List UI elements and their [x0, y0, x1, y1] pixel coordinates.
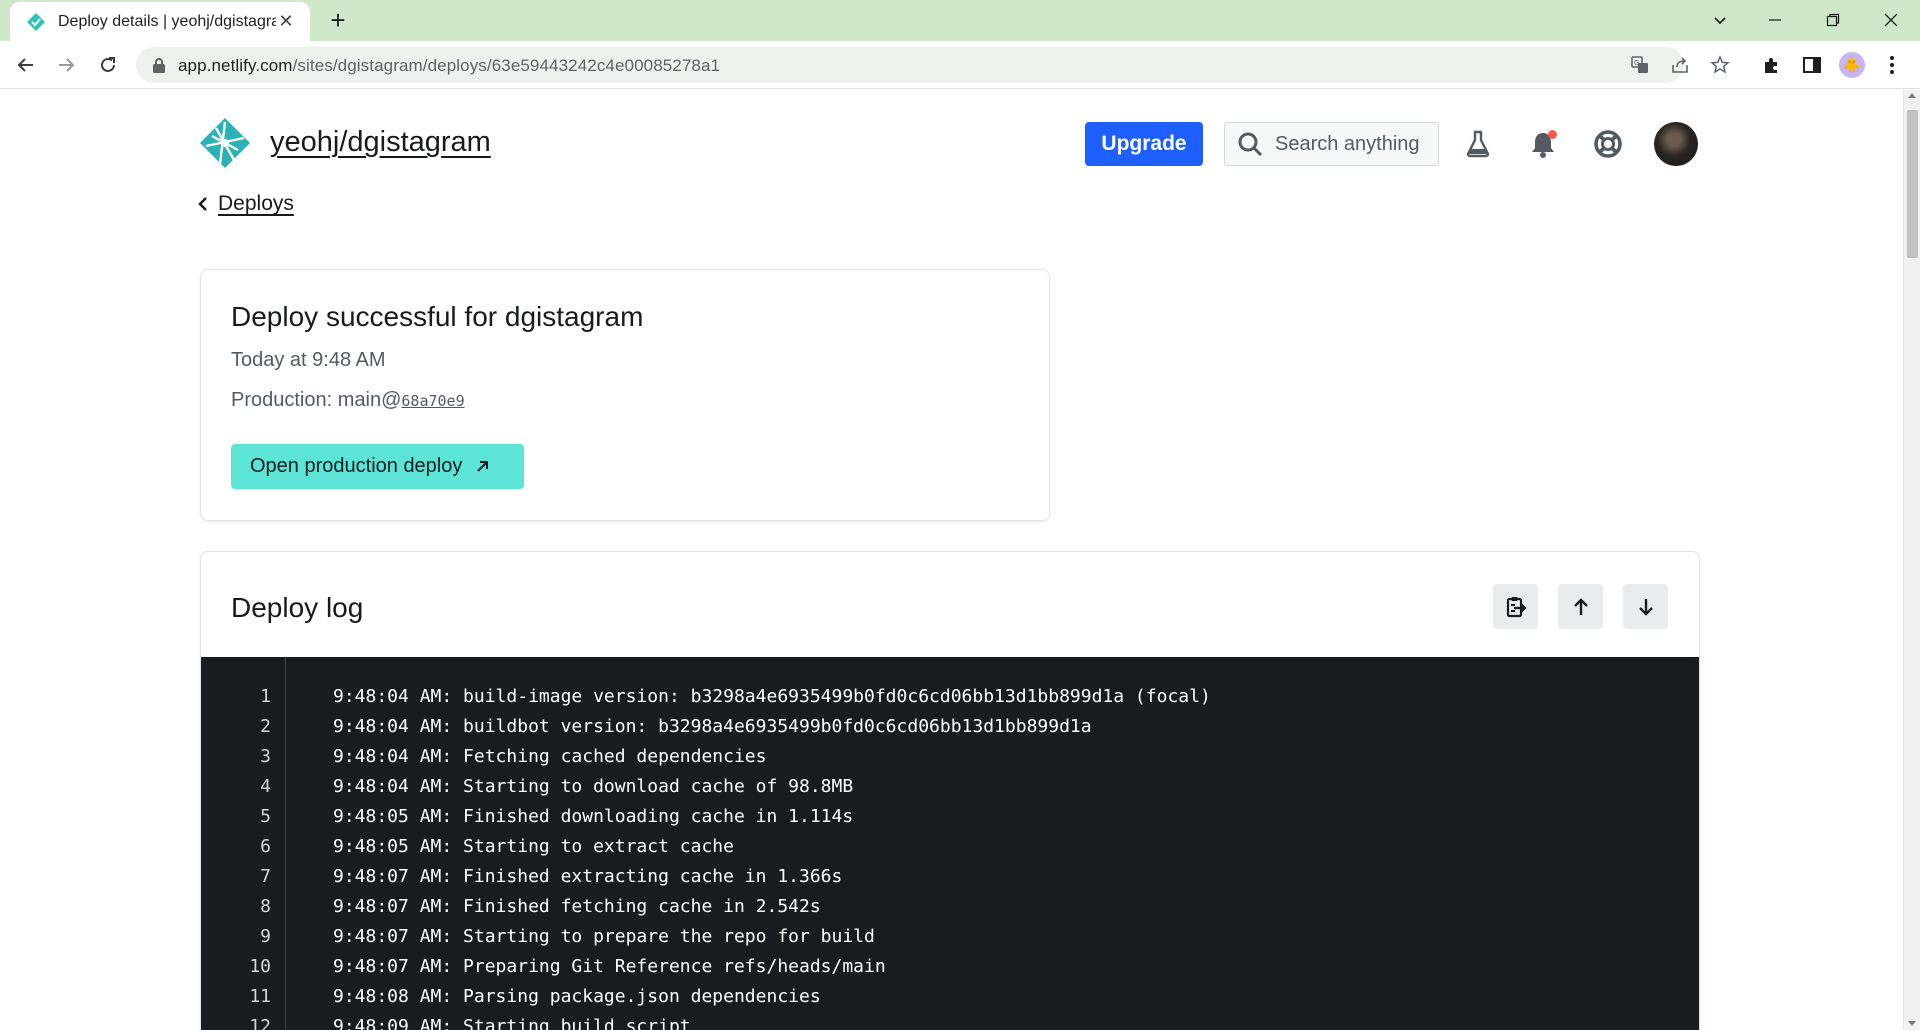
- browser-menu-icon[interactable]: [1876, 49, 1908, 81]
- translate-icon[interactable]: G: [1628, 53, 1652, 77]
- log-line-text: 9:48:04 AM: Fetching cached dependencies: [333, 746, 767, 767]
- deploy-log-output[interactable]: 1 9:48:04 AM: build-image version: b3298a…: [201, 657, 1699, 1030]
- log-line: 5 9:48:05 AM: Finished downloading cache …: [201, 806, 1699, 836]
- log-line-number: 8: [260, 896, 271, 917]
- log-line-number: 4: [260, 776, 271, 797]
- tab-search-chevron-icon[interactable]: [1700, 6, 1740, 34]
- clipboard-copy-icon[interactable]: [1493, 584, 1538, 629]
- back-arrow-icon[interactable]: [10, 49, 42, 81]
- url-text: app.netlify.com/sites/dgistagram/deploys…: [178, 56, 720, 76]
- deploy-log-title: Deploy log: [231, 592, 364, 623]
- lifebuoy-icon[interactable]: [1590, 126, 1626, 162]
- log-line-number: 12: [249, 1016, 271, 1030]
- log-line: 1 9:48:04 AM: build-image version: b3298a…: [201, 686, 1699, 716]
- flask-icon[interactable]: [1460, 126, 1496, 162]
- log-line-text: 9:48:04 AM: Starting to download cache o…: [333, 776, 854, 797]
- log-line-number: 2: [260, 716, 271, 737]
- external-arrow-icon: [477, 461, 489, 472]
- log-line-text: 9:48:07 AM: Finished fetching cache in 2…: [333, 896, 821, 917]
- deploy-title: Deploy successful for dgistagram: [231, 301, 644, 332]
- close-window-button[interactable]: [1871, 6, 1911, 34]
- log-line: 3 9:48:04 AM: Fetching cached dependencie…: [201, 746, 1699, 776]
- scroll-to-bottom-arrow-down-icon[interactable]: [1623, 584, 1668, 629]
- chevron-left-icon: [198, 197, 207, 211]
- page: yeohj/dgistagram Upgrade Search anything…: [0, 90, 1903, 1030]
- deploy-summary-card: Deploy successful for dgistagram Today a…: [200, 269, 1050, 521]
- log-line-number: 5: [260, 806, 271, 827]
- browser-toolbar: app.netlify.com/sites/dgistagram/deploys…: [0, 41, 1920, 89]
- tab-title: Deploy details | yeohj/dgistagram: [58, 12, 276, 30]
- log-line-number: 7: [260, 866, 271, 887]
- log-line-text: 9:48:07 AM: Finished extracting cache in…: [333, 866, 843, 887]
- back-to-deploys-link[interactable]: Deploys: [198, 192, 294, 216]
- commit-link[interactable]: 68a70e9: [401, 392, 464, 410]
- log-line-number: 3: [260, 746, 271, 767]
- log-line-number: 10: [249, 956, 271, 977]
- log-line: 9 9:48:07 AM: Starting to prepare the rep…: [201, 926, 1699, 956]
- new-tab-button[interactable]: +: [324, 6, 352, 34]
- log-line-text: 9:48:07 AM: Preparing Git Reference refs…: [333, 956, 886, 977]
- deploy-time: Today at 9:48 AM: [231, 349, 386, 371]
- bookmark-star-icon[interactable]: [1708, 53, 1732, 77]
- log-line-text: 9:48:09 AM: Starting build script: [333, 1016, 691, 1030]
- share-icon[interactable]: [1668, 53, 1692, 77]
- log-line-number: 6: [260, 836, 271, 857]
- url-host: app.netlify.com: [178, 56, 293, 75]
- log-line-number: 1: [260, 686, 271, 707]
- deploy-log-card: Deploy log 1 9:48:04 AM: build-image vers…: [200, 551, 1700, 1030]
- log-line-text: 9:48:05 AM: Starting to extract cache: [333, 836, 734, 857]
- scroll-to-top-arrow-up-icon[interactable]: [1558, 584, 1603, 629]
- netlify-favicon-icon: [27, 12, 45, 31]
- search-icon: [1238, 132, 1263, 157]
- browser-tab[interactable]: Deploy details | yeohj/dgistagram ✕: [10, 2, 310, 41]
- production-label: Production:: [231, 389, 338, 411]
- log-line: 12 9:48:09 AM: Starting build script: [201, 1016, 1699, 1030]
- forward-arrow-icon[interactable]: [50, 49, 82, 81]
- log-line: 2 9:48:04 AM: buildbot version: b3298a4e6…: [201, 716, 1699, 746]
- page-scrollbar[interactable]: [1903, 90, 1920, 1030]
- back-link-label: Deploys: [218, 192, 294, 215]
- search-input[interactable]: Search anything: [1224, 122, 1439, 166]
- log-line-text: 9:48:04 AM: buildbot version: b3298a4e69…: [333, 716, 1092, 737]
- branch-name: main@: [337, 389, 402, 411]
- scroll-down-arrow-icon[interactable]: [1908, 1021, 1916, 1026]
- log-line-text: 9:48:04 AM: build-image version: b3298a4…: [333, 686, 1211, 707]
- profile-avatar-icon[interactable]: 🐥: [1836, 49, 1868, 81]
- upgrade-button[interactable]: Upgrade: [1085, 122, 1203, 166]
- user-avatar[interactable]: [1654, 122, 1698, 166]
- tab-close-icon[interactable]: ✕: [276, 11, 296, 32]
- browser-tabstrip: Deploy details | yeohj/dgistagram ✕ +: [0, 0, 1920, 41]
- log-line: 7 9:48:07 AM: Finished extracting cache i…: [201, 866, 1699, 896]
- search-placeholder: Search anything: [1275, 132, 1420, 155]
- svg-text:G: G: [1634, 59, 1639, 67]
- netlify-logo-icon[interactable]: [198, 116, 252, 170]
- log-line: 10 9:48:07 AM: Preparing Git Reference re…: [201, 956, 1699, 986]
- notification-badge: [1548, 130, 1557, 139]
- open-production-deploy-label: Open production deploy: [250, 455, 463, 477]
- minimize-button[interactable]: [1755, 6, 1795, 34]
- deploy-production-info: Production: main@68a70e9: [231, 389, 465, 412]
- scroll-thumb[interactable]: [1907, 110, 1918, 258]
- open-production-deploy-button[interactable]: Open production deploy: [231, 444, 524, 489]
- log-line-text: 9:48:05 AM: Finished downloading cache i…: [333, 806, 854, 827]
- scroll-up-arrow-icon[interactable]: [1908, 93, 1916, 98]
- site-name-link[interactable]: yeohj/dgistagram: [270, 126, 491, 159]
- log-line: 6 9:48:05 AM: Starting to extract cache: [201, 836, 1699, 866]
- url-path: /sites/dgistagram/deploys/63e59443242c4e…: [292, 56, 721, 75]
- log-line: 4 9:48:04 AM: Starting to download cache …: [201, 776, 1699, 806]
- side-panel-icon[interactable]: [1796, 49, 1828, 81]
- extensions-puzzle-icon[interactable]: [1756, 49, 1788, 81]
- log-line: 8 9:48:07 AM: Finished fetching cache in …: [201, 896, 1699, 926]
- restore-button[interactable]: [1813, 6, 1853, 34]
- log-line-text: 9:48:07 AM: Starting to prepare the repo…: [333, 926, 875, 947]
- log-line-number: 9: [260, 926, 271, 947]
- bell-icon[interactable]: [1525, 126, 1561, 162]
- address-bar[interactable]: app.netlify.com/sites/dgistagram/deploys…: [136, 47, 1730, 83]
- log-line-number: 11: [249, 986, 271, 1007]
- reload-icon[interactable]: [92, 49, 124, 81]
- log-line: 11 9:48:08 AM: Parsing package.json depen…: [201, 986, 1699, 1016]
- log-line-text: 9:48:08 AM: Parsing package.json depende…: [333, 986, 821, 1007]
- lock-icon: [153, 58, 165, 73]
